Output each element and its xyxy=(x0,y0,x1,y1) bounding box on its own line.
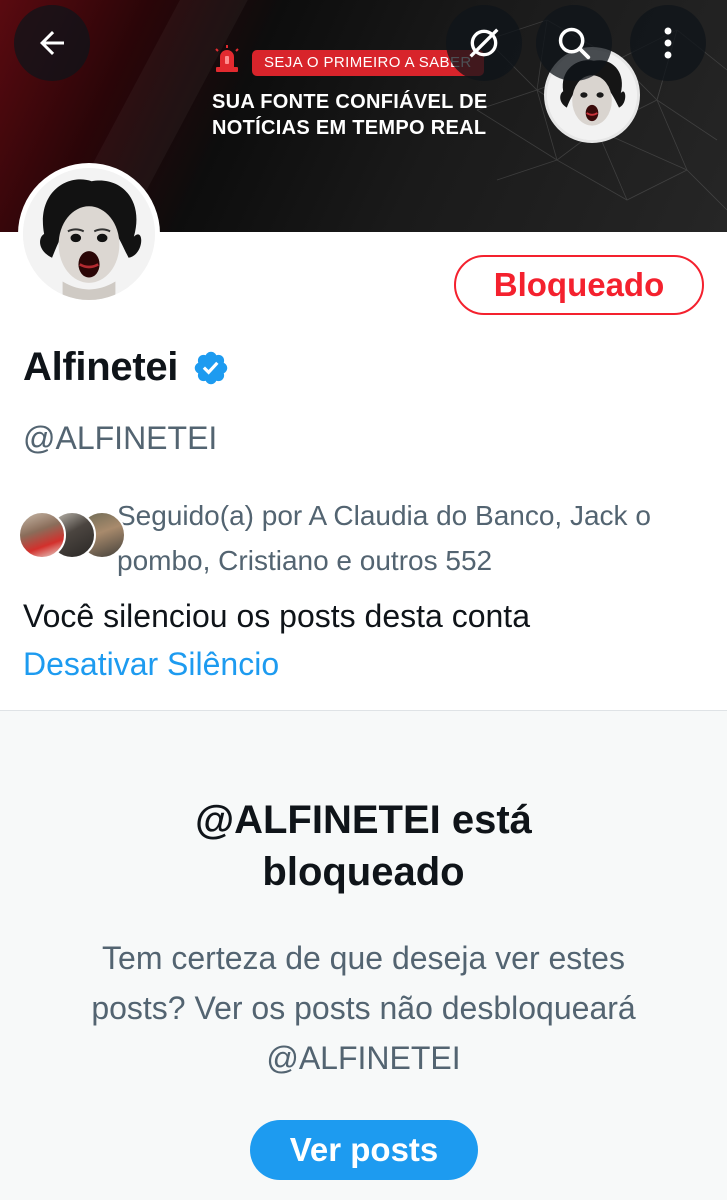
blocked-panel-description: Tem certeza de que deseja ver estes post… xyxy=(91,940,636,1076)
verified-badge-icon xyxy=(194,351,228,384)
back-button[interactable] xyxy=(14,5,90,81)
profile-name-row: Alfinetei xyxy=(23,345,230,390)
blocked-title-line1: @ALFINETEI está xyxy=(195,798,532,842)
display-name: Alfinetei xyxy=(23,345,179,389)
follower-avatar xyxy=(18,511,66,559)
arrow-left-icon xyxy=(40,31,64,55)
more-vertical-icon xyxy=(664,27,672,59)
search-button[interactable] xyxy=(536,5,612,81)
blocked-panel: @ALFINETEI está bloqueado Tem certeza de… xyxy=(0,711,727,1200)
unmute-link[interactable]: Desativar Silêncio xyxy=(23,646,279,683)
satellite-off-icon xyxy=(469,28,499,58)
profile-handle: @ALFINETEI xyxy=(23,420,218,456)
avatar-image xyxy=(23,168,155,300)
banner-headline-line2: NOTÍCIAS EM TEMPO REAL xyxy=(212,117,487,139)
blocked-button[interactable]: Bloqueado xyxy=(454,255,704,315)
search-icon xyxy=(558,27,591,60)
blocked-panel-title: @ALFINETEI está bloqueado xyxy=(0,794,727,898)
followers-text: Seguido(a) por A Claudia do Banco, Jack … xyxy=(117,500,651,576)
siren-icon xyxy=(215,45,239,72)
nosync-button[interactable] xyxy=(446,5,522,81)
blocked-title-line2: bloqueado xyxy=(262,850,465,894)
banner-headline-line1: SUA FONTE CONFIÁVEL DE xyxy=(212,91,488,113)
muted-notice: Você silenciou os posts desta conta xyxy=(23,598,530,634)
more-options-button[interactable] xyxy=(630,5,706,81)
view-posts-button[interactable]: Ver posts xyxy=(250,1120,478,1180)
profile-avatar[interactable] xyxy=(18,163,160,305)
